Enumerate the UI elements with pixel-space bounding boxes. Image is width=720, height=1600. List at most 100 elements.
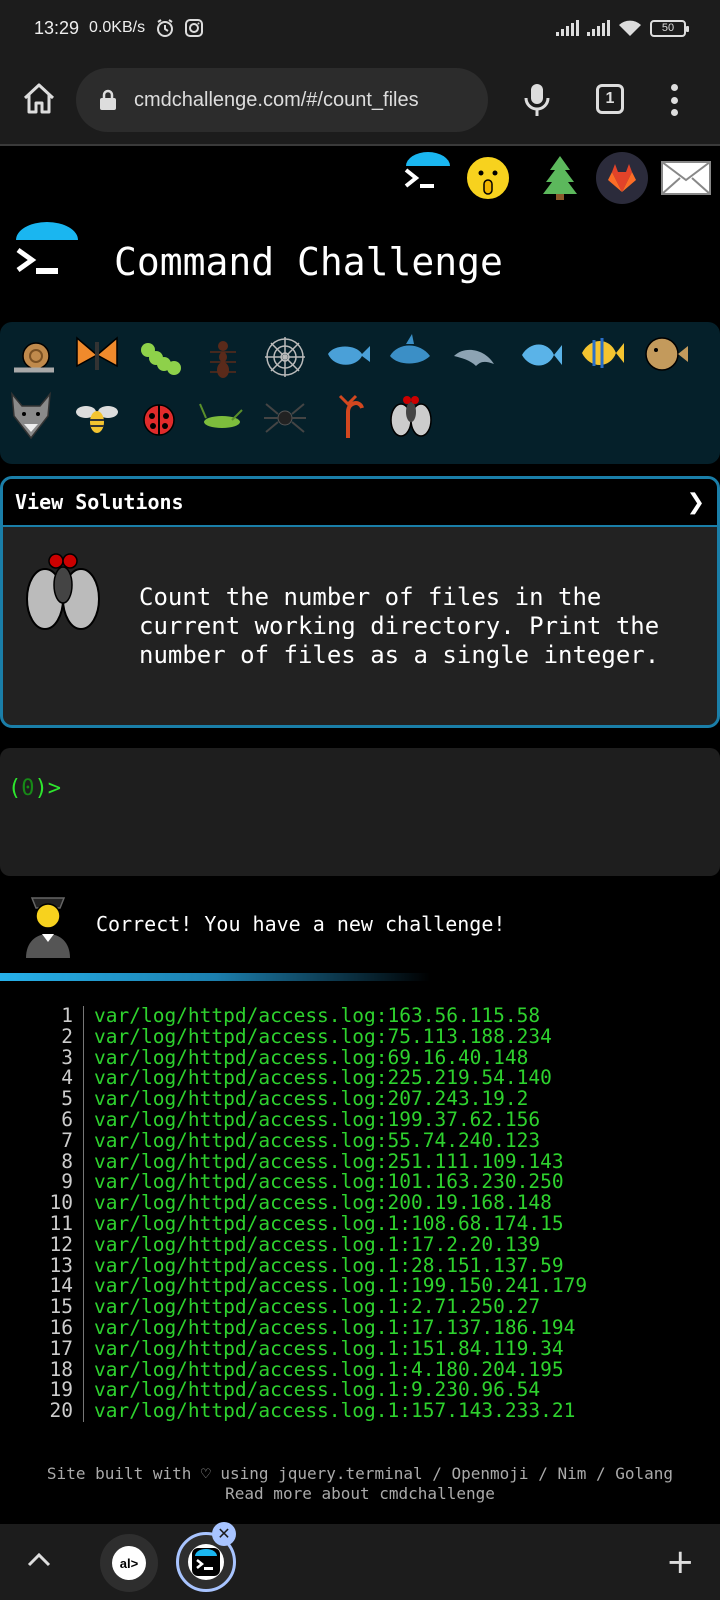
line-text: var/log/httpd/access.log:69.16.40.148 <box>94 1045 529 1069</box>
output-line: 11 var/log/httpd/access.log.1:108.68.174.… <box>40 1211 710 1235</box>
output-line: 12 var/log/httpd/access.log.1:17.2.20.139 <box>40 1234 710 1256</box>
level-spider-web-icon[interactable] <box>260 332 310 382</box>
level-fish-icon[interactable] <box>514 330 564 380</box>
line-text: var/log/httpd/access.log:55.74.240.123 <box>94 1128 541 1152</box>
fly-icon <box>26 553 100 630</box>
level-spider-icon[interactable] <box>260 392 310 442</box>
signal-2-icon <box>587 20 610 36</box>
line-text: var/log/httpd/access.log:251.111.109.143 <box>94 1149 564 1173</box>
line-number: 17 <box>40 1338 84 1360</box>
output-line: 6 var/log/httpd/access.log:199.37.62.156 <box>40 1109 710 1131</box>
line-text: var/log/httpd/access.log:225.219.54.140 <box>94 1066 552 1090</box>
output-line: 18 var/log/httpd/access.log.1:4.180.204.1… <box>40 1359 710 1381</box>
page-title: Command Challenge <box>114 240 503 284</box>
terminal-logo-icon[interactable] <box>402 152 454 204</box>
output-line: 19 var/log/httpd/access.log.1:9.230.96.54 <box>40 1378 710 1402</box>
output-line: 9 var/log/httpd/access.log:101.163.230.25… <box>40 1172 710 1194</box>
status-bar: 13:29 0.0KB/s 50 <box>0 0 720 56</box>
challenge-card: View Solutions ❯ Count the number of fil… <box>0 476 720 728</box>
terminal-input[interactable]: (0)> <box>0 748 720 876</box>
level-caterpillar-icon[interactable] <box>136 332 186 382</box>
line-text: var/log/httpd/access.log.1:28.151.137.59 <box>94 1253 564 1277</box>
terminal-prompt: (0)> <box>8 776 61 801</box>
gitlab-icon[interactable] <box>596 152 648 204</box>
level-dolphin-icon[interactable] <box>450 332 500 382</box>
level-scorpion-icon[interactable] <box>324 392 374 442</box>
line-text: var/log/httpd/access.log.1:9.230.96.54 <box>94 1378 541 1402</box>
line-number: 8 <box>40 1151 84 1173</box>
instagram-icon <box>185 19 204 37</box>
level-tropical-fish-icon[interactable] <box>576 328 626 378</box>
line-text: var/log/httpd/access.log.1:199.150.241.1… <box>94 1274 588 1298</box>
line-number: 9 <box>40 1172 84 1194</box>
site-logo-icon[interactable] <box>14 222 80 292</box>
level-whale-icon[interactable] <box>324 328 374 378</box>
line-text: var/log/httpd/access.log.1:157.143.233.2… <box>94 1399 576 1423</box>
level-cricket-icon[interactable] <box>196 392 246 442</box>
chevron-up-icon[interactable] <box>26 1550 52 1568</box>
line-number: 10 <box>40 1192 84 1214</box>
level-bee-icon[interactable] <box>72 392 122 442</box>
output-line: 16 var/log/httpd/access.log.1:17.137.186.… <box>40 1317 710 1339</box>
line-number: 2 <box>40 1026 84 1048</box>
level-ladybug-icon[interactable] <box>134 392 184 442</box>
bottom-tab-bar: al> ✕ + <box>0 1522 720 1600</box>
lock-icon <box>100 89 116 110</box>
output-line: 7 var/log/httpd/access.log:55.74.240.123 <box>40 1128 710 1152</box>
close-tab-icon[interactable]: ✕ <box>212 1522 236 1546</box>
shushing-face-icon[interactable] <box>462 152 514 204</box>
overflow-menu-icon[interactable] <box>668 84 680 116</box>
signal-1-icon <box>556 20 579 36</box>
level-fly-icon[interactable] <box>386 390 436 440</box>
level-pufferfish-icon[interactable] <box>640 328 690 378</box>
read-more-link[interactable]: Read more about cmdchallenge <box>0 1484 720 1504</box>
output-line: 17 var/log/httpd/access.log.1:151.84.119.… <box>40 1338 710 1360</box>
line-number: 14 <box>40 1276 84 1298</box>
line-number: 11 <box>40 1213 84 1235</box>
status-net-speed: 0.0KB/s <box>89 19 146 36</box>
view-solutions-toggle[interactable]: View Solutions ❯ <box>3 479 717 527</box>
level-shark-icon[interactable] <box>386 328 436 378</box>
new-tab-icon[interactable]: + <box>666 1542 695 1582</box>
christmas-tree-icon[interactable] <box>534 152 586 204</box>
output-line: 3 var/log/httpd/access.log:69.16.40.148 <box>40 1045 710 1069</box>
line-number: 3 <box>40 1047 84 1069</box>
url-bar[interactable]: cmdchallenge.com/#/count_files <box>76 68 488 132</box>
line-number: 6 <box>40 1109 84 1131</box>
divider <box>0 973 430 981</box>
challenge-description: Count the number of files in the current… <box>139 583 660 669</box>
footer: Site built with ♡ using jquery.terminal … <box>0 1464 720 1504</box>
level-wolf-icon[interactable] <box>6 390 56 440</box>
output-line: 2 var/log/httpd/access.log:75.113.188.234 <box>40 1024 710 1048</box>
level-snail-icon[interactable] <box>10 332 60 382</box>
tab-switcher-button[interactable]: 1 <box>596 84 624 114</box>
line-text: var/log/httpd/access.log.1:2.71.250.27 <box>94 1295 541 1319</box>
line-number: 15 <box>40 1296 84 1318</box>
line-number: 12 <box>40 1234 84 1256</box>
line-text: var/log/httpd/access.log.1:108.68.174.15 <box>94 1211 564 1235</box>
line-number: 20 <box>40 1400 84 1422</box>
command-output: 1 var/log/httpd/access.log:163.56.115.58 2… <box>40 1004 710 1423</box>
header-icon-bar <box>0 146 720 210</box>
level-ant-icon[interactable] <box>198 332 248 382</box>
output-line: 14 var/log/httpd/access.log.1:199.150.241… <box>40 1274 710 1298</box>
battery-icon: 50 <box>650 19 689 37</box>
microphone-icon[interactable] <box>520 82 554 118</box>
alx-tab-label: al> <box>112 1546 146 1580</box>
envelope-icon[interactable] <box>660 152 712 204</box>
status-time: 13:29 <box>34 17 80 38</box>
line-number: 5 <box>40 1088 84 1110</box>
line-number: 1 <box>40 1005 84 1027</box>
student-avatar-icon <box>26 897 70 958</box>
home-icon[interactable] <box>22 82 56 116</box>
line-text: var/log/httpd/access.log:163.56.115.58 <box>94 1004 541 1027</box>
line-text: var/log/httpd/access.log:200.19.168.148 <box>94 1191 552 1215</box>
line-number: 19 <box>40 1380 84 1402</box>
line-text: var/log/httpd/access.log:75.113.188.234 <box>94 1024 552 1048</box>
line-number: 7 <box>40 1130 84 1152</box>
level-butterfly-icon[interactable] <box>72 330 122 380</box>
output-line: 4 var/log/httpd/access.log:225.219.54.140 <box>40 1066 710 1090</box>
output-line: 5 var/log/httpd/access.log:207.243.19.2 <box>40 1088 710 1110</box>
alx-tab[interactable]: al> <box>100 1534 158 1592</box>
wifi-icon <box>619 20 641 36</box>
